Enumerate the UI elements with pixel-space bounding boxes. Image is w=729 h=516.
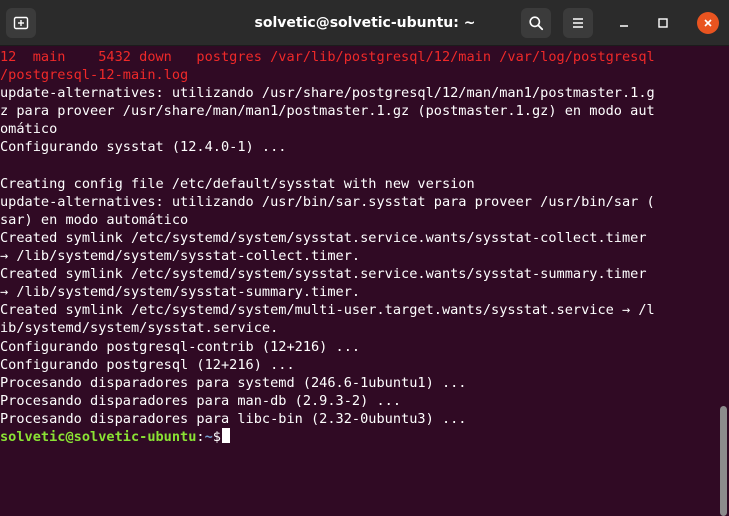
new-tab-button[interactable] [6,8,36,38]
new-tab-icon [13,16,29,30]
terminal-line: → /lib/systemd/system/sysstat-summary.ti… [0,284,361,301]
close-button[interactable] [697,12,719,34]
terminal-line: update-alternatives: utilizando /usr/bin… [0,193,655,210]
terminal-line: Configurando postgresql-contrib (12+216)… [0,338,361,355]
terminal-line: Procesando disparadores para libc-bin (2… [0,410,467,427]
terminal-line: Created symlink /etc/systemd/system/syss… [0,266,647,283]
terminal-line: Created symlink /etc/systemd/system/syss… [0,229,647,246]
hamburger-menu-icon [573,18,583,28]
maximize-icon [658,18,668,28]
search-icon [529,16,544,31]
prompt-path: ~ [204,428,213,445]
terminal-line: Created symlink /etc/systemd/system/mult… [0,302,655,319]
terminal-window: solvetic@solvetic-ubuntu: ~ 12 main 5432… [0,0,729,516]
terminal-line: sar) en modo automático [0,211,189,228]
title-bar: solvetic@solvetic-ubuntu: ~ [0,0,729,46]
prompt-colon: : [196,428,205,445]
scrollbar-thumb[interactable] [720,406,727,516]
close-icon [704,19,712,27]
text-cursor [221,427,230,443]
terminal-line: → /lib/systemd/system/sysstat-collect.ti… [0,248,361,265]
scrollbar[interactable] [718,46,729,516]
minimize-icon [620,25,628,27]
terminal-line: 12 main 5432 down postgres /var/lib/post… [0,49,655,65]
terminal-line: /postgresql-12-main.log [0,67,189,84]
minimize-button[interactable] [613,12,635,34]
terminal-line: Configurando sysstat (12.4.0-1) ... [0,139,287,156]
terminal-line: ib/systemd/system/sysstat.service. [0,320,279,337]
terminal-output[interactable]: 12 main 5432 down postgres /var/lib/post… [0,46,718,480]
terminal-line: Configurando postgresql (12+216) ... [0,356,295,373]
prompt-user-host: solvetic@solvetic-ubuntu [0,428,197,445]
terminal-line: Procesando disparadores para man-db (2.9… [0,392,402,409]
window-title: solvetic@solvetic-ubuntu: ~ [254,15,476,31]
maximize-button[interactable] [652,12,674,34]
terminal-line: Procesando disparadores para systemd (24… [0,374,467,391]
terminal-line: z para proveer /usr/share/man/man1/postm… [0,103,655,120]
terminal-line: Creating config file /etc/default/syssta… [0,175,475,192]
search-button[interactable] [521,8,551,38]
terminal-line: update-alternatives: utilizando /usr/sha… [0,85,655,102]
prompt-symbol: $ [212,428,221,445]
menu-button[interactable] [563,8,593,38]
terminal-line: omático [0,121,58,138]
prompt-line[interactable]: solvetic@solvetic-ubuntu:~$ [0,427,718,446]
